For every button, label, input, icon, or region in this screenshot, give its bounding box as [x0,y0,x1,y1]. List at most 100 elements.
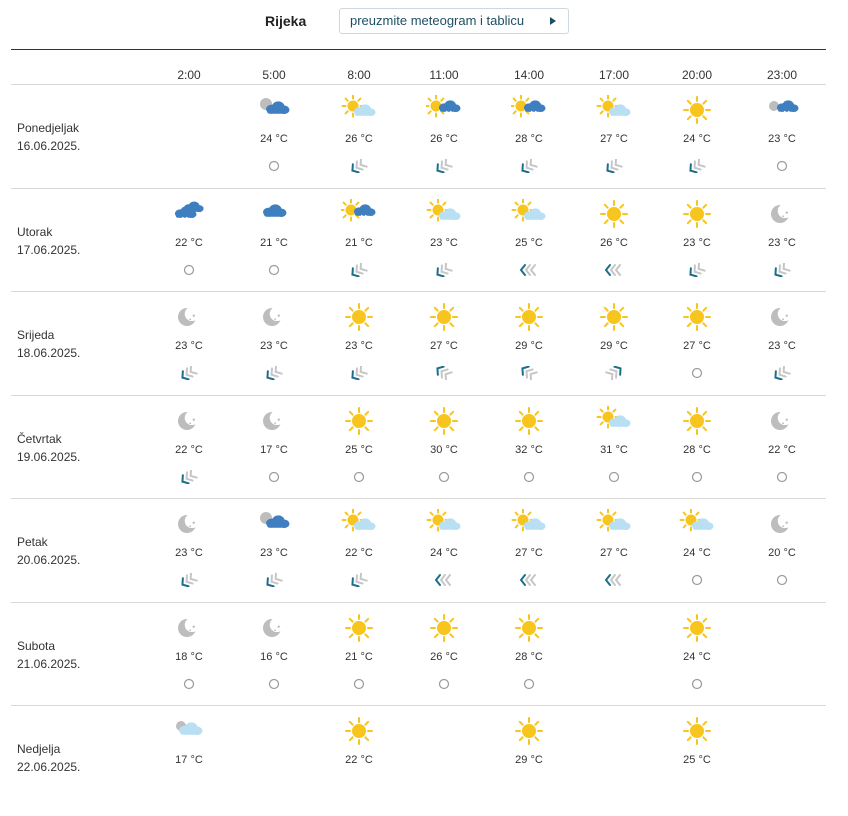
temperature: 25 °C [515,237,543,249]
day-name: Petak [17,535,48,549]
forecast-cell: 23 °C [324,302,394,402]
forecast-cell: 22 °C [324,716,394,816]
day-date: 17.06.2025. [17,243,81,257]
day-label: Utorak 17.06.2025. [17,223,80,259]
temperature: 23 °C [683,237,711,249]
sun-icon [679,716,715,746]
calm-icon [349,470,369,484]
temperature: 23 °C [260,547,288,559]
download-meteogram-button[interactable]: preuzmite meteogram i tablicu [339,8,569,34]
hour-label: 17:00 [598,68,630,82]
sun-icon [426,302,462,332]
forecast-cell: 23 °C [239,509,309,609]
temperature: 26 °C [430,651,458,663]
day-label: Četvrtak 19.06.2025. [17,430,80,466]
forecast-cell: 26 °C [409,95,479,195]
sun-icon [679,199,715,229]
sun-rain-icon [511,95,547,125]
play-arrow-icon [550,17,556,25]
temperature: 27 °C [600,133,628,145]
forecast-cell: 23 °C [747,302,817,402]
temperature: 18 °C [175,651,203,663]
temperature: 24 °C [683,133,711,145]
temperature: 28 °C [683,444,711,456]
sun-icon [426,613,462,643]
header: Rijeka preuzmite meteogram i tablicu [0,8,848,36]
wind-sw-icon [772,263,792,277]
temperature: 22 °C [175,237,203,249]
forecast-cell: 18 °C [154,613,224,713]
forecast-cell: 24 °C [662,509,732,609]
temperature: 21 °C [260,237,288,249]
wind-sw-icon [264,573,284,587]
wind-sw-icon [264,366,284,380]
wind-w-icon [604,263,624,277]
calm-icon [264,677,284,691]
day-row: Četvrtak 19.06.2025. 22 °C 17 °C 25 °C 30 °… [11,395,826,499]
sun-icon [511,716,547,746]
calm-icon [264,470,284,484]
forecast-cell: 27 °C [579,95,649,195]
sun-icon [679,406,715,436]
sun-icon [511,406,547,436]
temperature: 27 °C [683,340,711,352]
day-label: Srijeda 18.06.2025. [17,326,80,362]
sun-icon [341,302,377,332]
moon-icon [764,302,800,332]
forecast-cell: 20 °C [747,509,817,609]
forecast-cell: 23 °C [154,509,224,609]
temperature: 22 °C [345,754,373,766]
calm-icon [264,263,284,277]
forecast-cell: 23 °C [662,199,732,299]
temperature: 29 °C [600,340,628,352]
wind-nw-icon [434,366,454,380]
sun-cloud-icon [511,199,547,229]
wind-sw-icon [434,263,454,277]
temperature: 20 °C [768,547,796,559]
moon-icon [171,302,207,332]
temperature: 25 °C [683,754,711,766]
temperature: 27 °C [515,547,543,559]
partly-cloudy-night-icon [256,509,292,539]
moon-icon [764,406,800,436]
wind-w-icon [519,263,539,277]
day-name: Četvrtak [17,432,62,446]
temperature: 26 °C [430,133,458,145]
temperature: 25 °C [345,444,373,456]
download-button-label: preuzmite meteogram i tablicu [350,13,525,28]
temperature: 17 °C [175,754,203,766]
forecast-cell: 28 °C [662,406,732,506]
wind-sw-icon [179,573,199,587]
moon-icon [256,406,292,436]
temperature: 22 °C [345,547,373,559]
wind-w-icon [604,573,624,587]
day-label: Petak 20.06.2025. [17,533,80,569]
day-label: Ponedjeljak 16.06.2025. [17,119,80,155]
sun-rain-icon [426,95,462,125]
temperature: 21 °C [345,237,373,249]
temperature: 27 °C [600,547,628,559]
calm-icon [687,573,707,587]
forecast-cell: 23 °C [239,302,309,402]
temperature: 29 °C [515,340,543,352]
day-name: Ponedjeljak [17,121,80,135]
sun-cloud-icon [679,509,715,539]
cloud-icon [256,199,292,229]
forecast-cell: 27 °C [662,302,732,402]
wind-sw-icon [179,470,199,484]
calm-icon [687,470,707,484]
forecast-cell: 28 °C [494,613,564,713]
sun-icon [511,613,547,643]
temperature: 23 °C [768,133,796,145]
wind-sw-icon [687,159,707,173]
sun-cloud-icon [596,406,632,436]
temperature: 24 °C [260,133,288,145]
temperature: 26 °C [600,237,628,249]
forecast-cell: 24 °C [409,509,479,609]
temperature: 16 °C [260,651,288,663]
moon-icon [171,509,207,539]
sun-icon [426,406,462,436]
temperature: 23 °C [175,547,203,559]
rain-cloud-icon [171,199,207,229]
temperature: 23 °C [345,340,373,352]
